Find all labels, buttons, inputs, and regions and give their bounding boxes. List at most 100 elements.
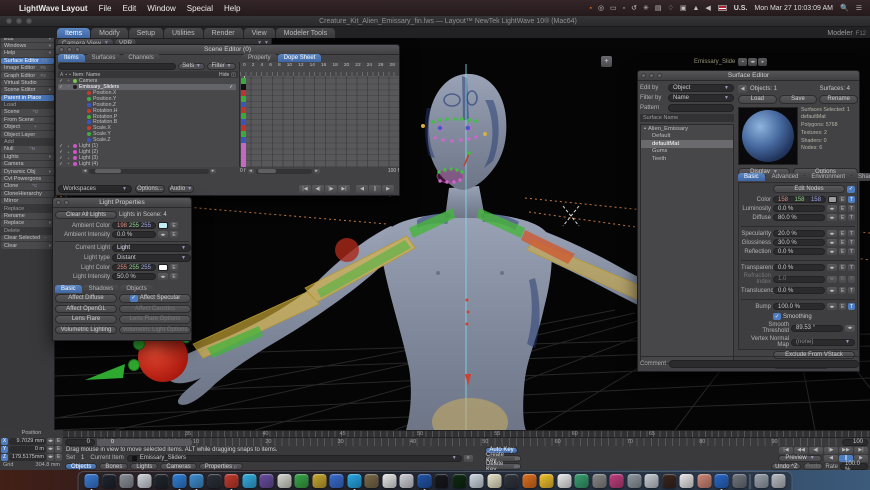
param-field[interactable]: 80.0 % [773, 214, 825, 221]
param-envelope-button[interactable]: E [839, 239, 846, 246]
param-spinner[interactable]: ◂▸ [827, 230, 837, 237]
minimize-window-icon[interactable] [16, 18, 22, 24]
timeline-ruler[interactable]: 0 102030405060708090100 [97, 438, 839, 446]
param-field[interactable]: 20.0 % [773, 230, 825, 237]
sidebar-item[interactable]: Rename [1, 213, 54, 219]
menubar-status-icon[interactable]: ♢ [668, 4, 674, 12]
dock-app-icon[interactable] [225, 474, 239, 488]
affect-caustics-button[interactable]: Affect Caustics [119, 305, 191, 314]
panel-minimize-icon[interactable] [67, 47, 72, 52]
light-tab-objects[interactable]: Objects [120, 285, 152, 293]
surface-list[interactable]: •Alien_EmissaryDefaultdefaultMatGumsTeet… [640, 124, 734, 364]
param-field[interactable]: 1.0 [773, 276, 825, 283]
transport-button[interactable]: ▶| [854, 447, 868, 454]
comment-input[interactable] [669, 360, 859, 368]
sidebar-item[interactable]: Clone ^C [1, 183, 54, 189]
scene-editor-panel[interactable]: Scene Editor (0) Items Surfaces Channels… [55, 44, 400, 196]
transport-button[interactable]: |◀ [779, 447, 793, 454]
axis-value-field[interactable]: 179.5175mm [9, 454, 46, 461]
sidebar-item[interactable]: Surface Editor F5 [1, 58, 54, 64]
menubar-status-icon[interactable]: ▪ [589, 5, 591, 12]
param-texture-button[interactable]: T [848, 264, 855, 271]
sidebar-item[interactable]: Camera [1, 161, 54, 167]
affect-specular-checkbox[interactable]: ✓ [130, 295, 138, 302]
viewport-gizmo-icon[interactable]: + [601, 56, 612, 67]
dope-hscrollbar[interactable] [256, 169, 312, 174]
light-intensity-spinner[interactable]: ◂▸ [158, 273, 168, 280]
param-envelope-button[interactable]: E [839, 230, 846, 237]
edit-nodes-button[interactable]: Edit Nodes [773, 185, 845, 193]
menubar-status-icon[interactable]: ▤ [655, 4, 662, 12]
surface-list-item[interactable]: Teeth [641, 155, 733, 163]
transport-button[interactable]: |▶ [824, 447, 838, 454]
volumetric-lighting-button[interactable]: Volumetric Lighting [55, 326, 117, 335]
pattern-input[interactable] [668, 104, 734, 112]
dock-app-icon[interactable] [557, 474, 571, 488]
axis-spinner[interactable]: ◂▸ [47, 446, 54, 453]
sets-dropdown[interactable]: Sets ▼ [178, 63, 205, 70]
menu-window[interactable]: Window [147, 4, 175, 13]
menubar-status-icon[interactable]: ✳ [643, 4, 649, 12]
dock-app-icon[interactable] [417, 474, 431, 488]
sidebar-item[interactable]: Clear ▾ [1, 242, 54, 248]
undo-button[interactable]: Undo ^Z [771, 463, 801, 470]
param-texture-button[interactable]: T [848, 248, 855, 255]
playback-button[interactable]: ◀ [824, 455, 838, 462]
dock-app-icon[interactable] [754, 474, 768, 488]
param-texture-button[interactable]: T [848, 230, 855, 237]
panel-zoom-icon[interactable] [75, 47, 80, 52]
param-texture-button[interactable]: T [848, 205, 855, 212]
dock-app-icon[interactable] [575, 474, 589, 488]
ambient-color-swatch[interactable] [158, 222, 168, 229]
lens-flare-options-button[interactable]: Lens Flare Options [119, 315, 191, 324]
color-values[interactable]: 158158158 [773, 196, 826, 203]
param-spinner[interactable]: ◂▸ [827, 276, 837, 283]
param-envelope-button[interactable]: E [839, 205, 846, 212]
sidebar-item[interactable]: Mirror [1, 198, 54, 204]
panel-close-icon[interactable] [59, 47, 64, 52]
item-expand-toggle[interactable]: + [66, 156, 71, 161]
param-spinner[interactable]: ◂▸ [827, 303, 837, 310]
light-intensity-field[interactable]: 50.0 % [112, 273, 156, 280]
dock-app-icon[interactable] [540, 474, 554, 488]
dock-app-icon[interactable] [85, 474, 99, 488]
scene-tab-channels[interactable]: Channels [122, 54, 159, 62]
dock-app-icon[interactable] [347, 474, 361, 488]
edit-by-dropdown[interactable]: Object▼ [668, 84, 734, 92]
panel-minimize-icon[interactable] [64, 200, 69, 205]
color-envelope-button[interactable]: E [839, 196, 846, 203]
ambient-intensity-envelope-button[interactable]: E [170, 231, 178, 238]
emissary-slider-widget[interactable]: Emissary_Slide ▪ ◂▸ ▸ [694, 57, 767, 66]
panel-zoom-icon[interactable] [657, 73, 662, 78]
menubar-status-icon[interactable]: ◀ [705, 4, 710, 12]
dock-app-icon[interactable] [645, 474, 659, 488]
dock-app-icon[interactable] [137, 474, 151, 488]
surface-list-item[interactable]: Default [641, 133, 733, 141]
current-light-dropdown[interactable]: Light▼ [112, 244, 191, 252]
surface-editor-panel[interactable]: Surface Editor Edit by Object▼ Filter by… [637, 70, 860, 372]
menubar-status-icon[interactable]: ▫ [623, 5, 625, 12]
rename-button[interactable]: Rename [819, 95, 858, 104]
item-expand-toggle[interactable]: − [66, 84, 71, 89]
axis-spinner[interactable]: ◂▸ [47, 454, 54, 461]
main-tab[interactable]: Setup [129, 28, 163, 38]
current-item-dropdown[interactable]: Emissary_Sliders ▼ [127, 455, 462, 462]
axis-envelope-button[interactable]: E [55, 454, 62, 461]
sidebar-item[interactable]: Replace ▾ [1, 220, 54, 226]
menu-edit[interactable]: Edit [122, 4, 136, 13]
scene-tab-items[interactable]: Items [58, 54, 85, 62]
sidebar-item[interactable]: Delete [1, 228, 54, 234]
item-visibility-check[interactable]: ✓ [58, 161, 64, 167]
light-type-dropdown[interactable]: Distant▼ [112, 254, 191, 262]
dock-app-icon[interactable] [697, 474, 711, 488]
light-color-values[interactable]: 255255255 [112, 264, 156, 271]
param-spinner[interactable]: ◂▸ [827, 248, 837, 255]
item-expand-toggle[interactable]: + [66, 78, 71, 83]
modeler-button[interactable]: Modeler F12 [827, 30, 866, 37]
hide-column-icon[interactable]: ◫ [231, 72, 236, 78]
smooth-threshold-spinner[interactable]: ◂▸ [845, 325, 855, 332]
affect-diffuse-button[interactable]: Affect Diffuse [55, 294, 117, 303]
axis-envelope-button[interactable]: E [55, 438, 62, 445]
param-spinner[interactable]: ◂▸ [827, 287, 837, 294]
dock-app-icon[interactable] [190, 474, 204, 488]
